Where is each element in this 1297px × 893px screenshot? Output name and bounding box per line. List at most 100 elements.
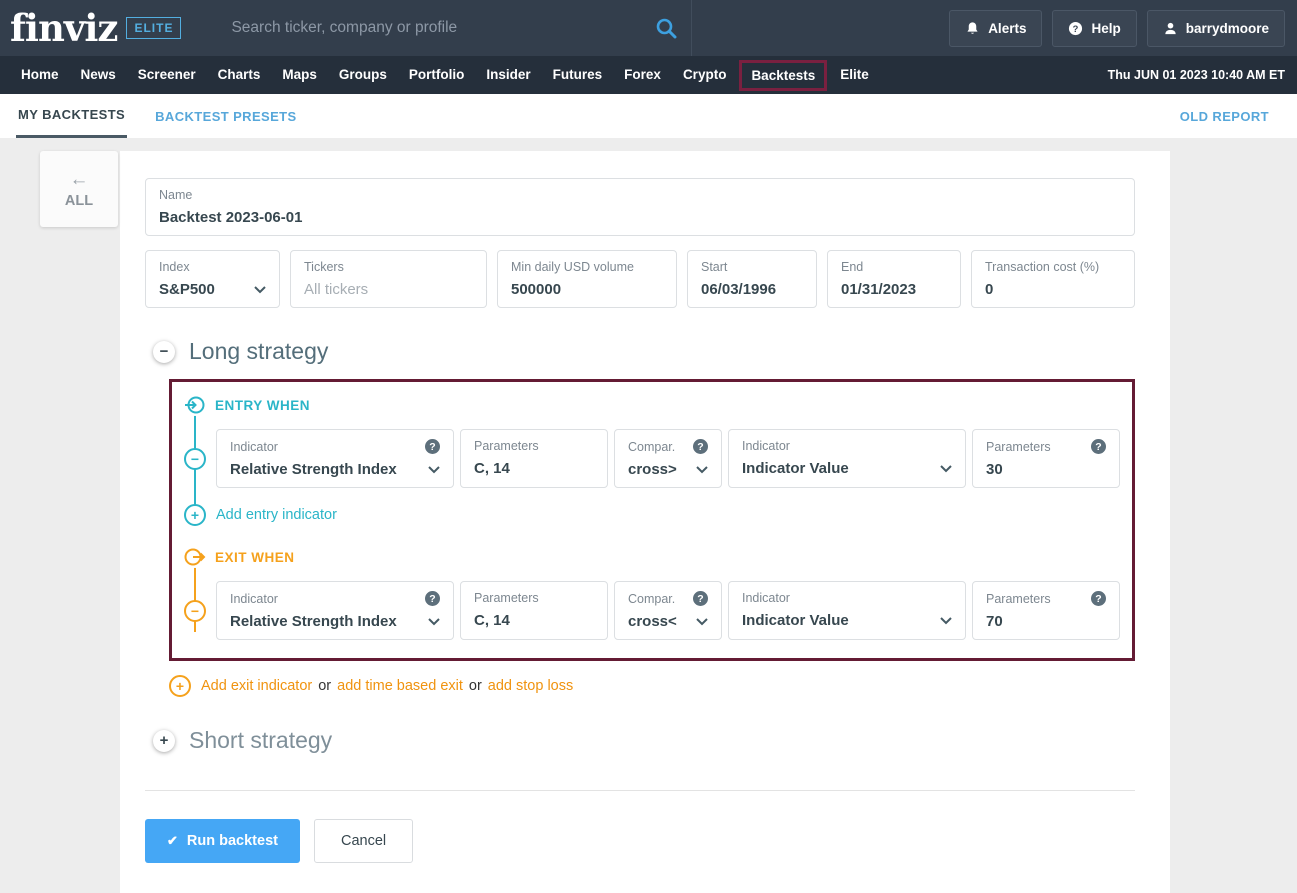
elite-badge: ELITE xyxy=(126,17,181,39)
start-label: Start xyxy=(701,260,727,274)
add-exit-indicator-icon[interactable] xyxy=(169,675,191,697)
tickers-input[interactable] xyxy=(304,281,473,298)
remove-entry-indicator-button[interactable] xyxy=(184,448,206,470)
chevron-down-icon xyxy=(696,461,708,478)
add-entry-indicator-icon[interactable] xyxy=(184,504,206,526)
topbar-divider xyxy=(691,0,692,56)
exit-parameters2-input[interactable] xyxy=(986,613,1106,630)
help-button[interactable]: ? Help xyxy=(1052,10,1136,47)
alerts-button[interactable]: Alerts xyxy=(949,10,1042,47)
cancel-button[interactable]: Cancel xyxy=(314,819,413,863)
nav-item-futures[interactable]: Futures xyxy=(542,56,614,94)
add-time-based-exit-link[interactable]: add time based exit xyxy=(337,678,463,694)
entry-parameters-input[interactable] xyxy=(474,460,594,477)
entry-indicator2-value: Indicator Value xyxy=(742,460,849,477)
transaction-cost-field[interactable]: Transaction cost (%) xyxy=(971,250,1135,308)
nav-item-screener[interactable]: Screener xyxy=(127,56,207,94)
nav-item-news[interactable]: News xyxy=(70,56,127,94)
search-input[interactable] xyxy=(229,18,647,38)
name-input[interactable] xyxy=(159,209,1121,226)
exit-indicator-value: Relative Strength Index xyxy=(230,613,397,630)
exit-comparison-value: cross< xyxy=(628,613,677,630)
nav-item-forex[interactable]: Forex xyxy=(613,56,672,94)
top-bar: finviz ELITE Alerts ? xyxy=(0,0,1297,56)
chevron-down-icon xyxy=(696,613,708,630)
exit-parameters-field[interactable]: Parameters xyxy=(460,581,608,640)
run-backtest-button[interactable]: Run backtest xyxy=(145,819,300,863)
svg-text:?: ? xyxy=(1073,23,1079,33)
exit-indicator-label: Indicator xyxy=(230,592,278,606)
short-strategy-header: + Short strategy xyxy=(153,727,1135,754)
entry-group: ENTRY WHEN Indicator Relative Strength I… xyxy=(184,394,1120,526)
nav-item-insider[interactable]: Insider xyxy=(475,56,541,94)
help-icon[interactable] xyxy=(1091,439,1106,454)
back-to-all-button[interactable]: ALL xyxy=(40,151,118,227)
entry-indicator-label: Indicator xyxy=(230,440,278,454)
entry-icon xyxy=(184,394,206,416)
help-icon[interactable] xyxy=(425,591,440,606)
entry-parameters2-label: Parameters xyxy=(986,440,1051,454)
exit-parameters-input[interactable] xyxy=(474,612,594,629)
nav-item-elite[interactable]: Elite xyxy=(829,56,880,94)
end-date-input[interactable] xyxy=(841,281,947,298)
chevron-down-icon xyxy=(428,613,440,630)
add-exit-indicator-link[interactable]: Add exit indicator xyxy=(201,678,312,694)
transaction-cost-input[interactable] xyxy=(985,281,1121,298)
chevron-down-icon xyxy=(940,460,952,477)
nav-item-portfolio[interactable]: Portfolio xyxy=(398,56,476,94)
exit-indicator2-select[interactable]: Indicator Indicator Value xyxy=(728,581,966,640)
entry-indicator2-select[interactable]: Indicator Indicator Value xyxy=(728,429,966,488)
start-date-field[interactable]: Start xyxy=(687,250,817,308)
exit-comparison-select[interactable]: Compar. cross< xyxy=(614,581,722,640)
nav-item-charts[interactable]: Charts xyxy=(207,56,272,94)
add-stop-loss-link[interactable]: add stop loss xyxy=(488,678,573,694)
start-date-input[interactable] xyxy=(701,281,803,298)
help-icon[interactable] xyxy=(693,439,708,454)
end-label: End xyxy=(841,260,863,274)
exit-icon xyxy=(184,546,206,568)
old-report-link[interactable]: OLD REPORT xyxy=(1180,109,1269,124)
entry-indicator-select[interactable]: Indicator Relative Strength Index xyxy=(216,429,454,488)
end-date-field[interactable]: End xyxy=(827,250,961,308)
nav-item-groups[interactable]: Groups xyxy=(328,56,398,94)
entry-parameters2-field[interactable]: Parameters xyxy=(972,429,1120,488)
entry-indicator2-label: Indicator xyxy=(742,439,790,453)
min-volume-input[interactable] xyxy=(511,281,663,298)
tab-backtest-presets[interactable]: BACKTEST PRESETS xyxy=(155,109,296,124)
entry-parameters-field[interactable]: Parameters xyxy=(460,429,608,488)
back-arrow-icon xyxy=(70,170,89,189)
nav-item-maps[interactable]: Maps xyxy=(271,56,328,94)
alerts-label: Alerts xyxy=(988,21,1026,36)
main-nav: Home News Screener Charts Maps Groups Po… xyxy=(0,56,1297,94)
help-icon[interactable] xyxy=(425,439,440,454)
user-menu-button[interactable]: barrydmoore xyxy=(1147,10,1285,47)
parameters-row: Index S&P500 Tickers Min daily USD volum… xyxy=(145,250,1135,308)
exit-comparison-label: Compar. xyxy=(628,592,675,606)
remove-exit-indicator-button[interactable] xyxy=(184,600,206,622)
index-value: S&P500 xyxy=(159,281,215,298)
index-select[interactable]: Index S&P500 xyxy=(145,250,280,308)
search-icon[interactable] xyxy=(655,17,677,39)
tab-bar: MY BACKTESTS BACKTEST PRESETS OLD REPORT xyxy=(0,94,1297,138)
entry-comparison-select[interactable]: Compar. cross> xyxy=(614,429,722,488)
add-entry-indicator-link[interactable]: Add entry indicator xyxy=(216,507,337,523)
tab-my-backtests[interactable]: MY BACKTESTS xyxy=(16,94,127,138)
name-field[interactable]: Name xyxy=(145,178,1135,236)
help-icon[interactable] xyxy=(1091,591,1106,606)
nav-item-backtests[interactable]: Backtests xyxy=(739,60,827,91)
tickers-label: Tickers xyxy=(304,260,344,274)
divider xyxy=(145,790,1135,791)
short-strategy-title: Short strategy xyxy=(189,727,332,754)
nav-item-crypto[interactable]: Crypto xyxy=(672,56,738,94)
exit-parameters2-field[interactable]: Parameters xyxy=(972,581,1120,640)
finviz-logo[interactable]: finviz xyxy=(10,10,117,47)
exit-indicator-select[interactable]: Indicator Relative Strength Index xyxy=(216,581,454,640)
min-volume-field[interactable]: Min daily USD volume xyxy=(497,250,677,308)
nav-item-home[interactable]: Home xyxy=(10,56,70,94)
help-icon[interactable] xyxy=(693,591,708,606)
entry-parameters2-input[interactable] xyxy=(986,461,1106,478)
collapse-long-strategy-button[interactable]: − xyxy=(153,341,175,363)
tickers-field[interactable]: Tickers xyxy=(290,250,487,308)
expand-short-strategy-button[interactable]: + xyxy=(153,730,175,752)
bell-icon xyxy=(965,21,980,36)
